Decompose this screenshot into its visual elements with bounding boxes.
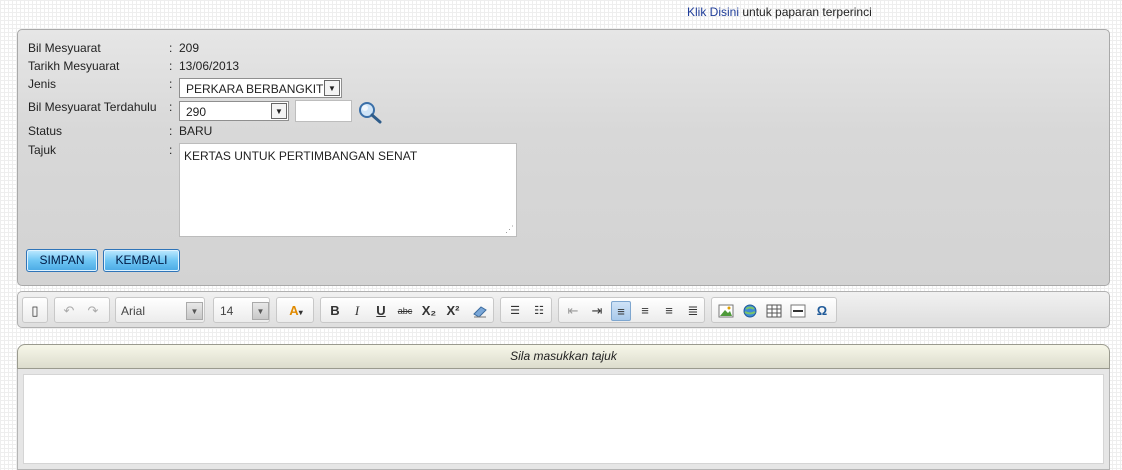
superscript-icon[interactable]: X²: [443, 301, 463, 321]
toolbar-group-history: ↶ ↷: [54, 297, 110, 323]
bil-terdahulu-select[interactable]: 290 ▼: [179, 101, 289, 121]
toolbar-group-insert: Ω: [711, 297, 837, 323]
table-icon[interactable]: [764, 301, 784, 321]
editor-content-area[interactable]: [23, 374, 1104, 464]
image-icon[interactable]: [716, 301, 736, 321]
tajuk-textarea[interactable]: KERTAS UNTUK PERTIMBANGAN SENAT ⋰: [179, 143, 517, 237]
detail-link-text: Klik Disini untuk paparan terperinci: [687, 5, 872, 19]
underline-icon[interactable]: U: [371, 301, 391, 321]
toolbar-group-align: ⇤ ⇥ ≡ ≡ ≡ ≣: [558, 297, 705, 323]
toolbar-group-lists: ☰ ☷: [500, 297, 552, 323]
font-color-icon[interactable]: A▾: [282, 301, 310, 321]
resize-grip-icon[interactable]: ⋰: [505, 225, 514, 234]
toolbar-group-document: ▯: [22, 297, 48, 323]
align-center-icon[interactable]: ≡: [635, 301, 655, 321]
kembali-button[interactable]: KEMBALI: [103, 249, 180, 272]
simpan-button[interactable]: SIMPAN: [26, 249, 98, 272]
colon: :: [169, 59, 173, 73]
toolbar-group-font: Arial ▼: [115, 297, 205, 323]
label-bil-mesyuarat: Bil Mesyuarat: [28, 41, 101, 55]
label-tarikh-mesyuarat: Tarikh Mesyuarat: [28, 59, 120, 73]
colon: :: [169, 143, 173, 157]
chevron-down-icon[interactable]: ▼: [186, 302, 203, 320]
indent-icon[interactable]: ⇥: [587, 301, 607, 321]
value-bil-mesyuarat: 209: [179, 41, 200, 55]
unordered-list-icon[interactable]: ☷: [529, 301, 549, 321]
new-document-icon[interactable]: ▯: [25, 301, 45, 321]
outdent-icon[interactable]: ⇤: [563, 301, 583, 321]
klik-disini-link[interactable]: Klik Disini: [687, 5, 739, 19]
colon: :: [169, 41, 173, 55]
bold-icon[interactable]: B: [325, 301, 345, 321]
eraser-icon[interactable]: [470, 301, 490, 321]
font-size-select[interactable]: 14 ▼: [220, 301, 269, 321]
subscript-icon[interactable]: X₂: [419, 301, 439, 321]
label-tajuk: Tajuk: [28, 143, 57, 157]
label-status: Status: [28, 124, 63, 138]
tajuk-value: KERTAS UNTUK PERTIMBANGAN SENAT: [184, 149, 418, 163]
toolbar-group-color: A▾: [276, 297, 314, 323]
chevron-down-icon[interactable]: ▼: [252, 302, 269, 320]
rich-text-editor: [17, 369, 1110, 470]
colon: :: [169, 77, 173, 91]
align-right-icon[interactable]: ≡: [659, 301, 679, 321]
jenis-select[interactable]: PERKARA BERBANGKIT ▼: [179, 78, 342, 98]
magnifier-icon[interactable]: [357, 100, 383, 124]
horizontal-rule-icon[interactable]: [788, 301, 808, 321]
detail-link-suffix: untuk paparan terperinci: [739, 5, 872, 19]
redo-icon[interactable]: ↷: [83, 301, 103, 321]
align-left-icon[interactable]: ≡: [611, 301, 631, 321]
ordered-list-icon[interactable]: ☰: [505, 301, 525, 321]
link-icon[interactable]: [740, 301, 760, 321]
jenis-selected-value: PERKARA BERBANGKIT: [186, 82, 324, 96]
undo-icon[interactable]: ↶: [59, 301, 79, 321]
toolbar-group-format: B I U abc X₂ X²: [320, 297, 494, 323]
strikethrough-icon[interactable]: abc: [395, 301, 415, 321]
font-family-select[interactable]: Arial ▼: [121, 301, 203, 321]
value-tarikh-mesyuarat: 13/06/2013: [179, 59, 240, 73]
special-character-icon[interactable]: Ω: [812, 301, 832, 321]
chevron-down-icon[interactable]: ▼: [271, 103, 287, 119]
bil-terdahulu-selected-value: 290: [186, 105, 207, 119]
value-status: BARU: [179, 124, 213, 138]
editor-toolbar: ▯ ↶ ↷ Arial ▼ 14 ▼ A▾ B I U abc X₂ X² ☰ …: [17, 291, 1110, 328]
label-bil-terdahulu: Bil Mesyuarat Terdahulu: [28, 100, 157, 114]
font-size-value: 14: [220, 304, 234, 318]
label-jenis: Jenis: [28, 77, 57, 91]
justify-icon[interactable]: ≣: [683, 301, 703, 321]
chevron-down-icon[interactable]: ▼: [324, 80, 340, 96]
editor-header: Sila masukkan tajuk: [17, 344, 1110, 369]
font-family-value: Arial: [121, 304, 146, 318]
colon: :: [169, 100, 173, 114]
meeting-form-panel: Bil Mesyuarat : 209 Tarikh Mesyuarat : 1…: [17, 29, 1110, 286]
colon: :: [169, 124, 173, 138]
toolbar-group-size: 14 ▼: [213, 297, 270, 323]
italic-icon[interactable]: I: [347, 301, 367, 321]
bil-terdahulu-text-input[interactable]: [295, 100, 352, 122]
